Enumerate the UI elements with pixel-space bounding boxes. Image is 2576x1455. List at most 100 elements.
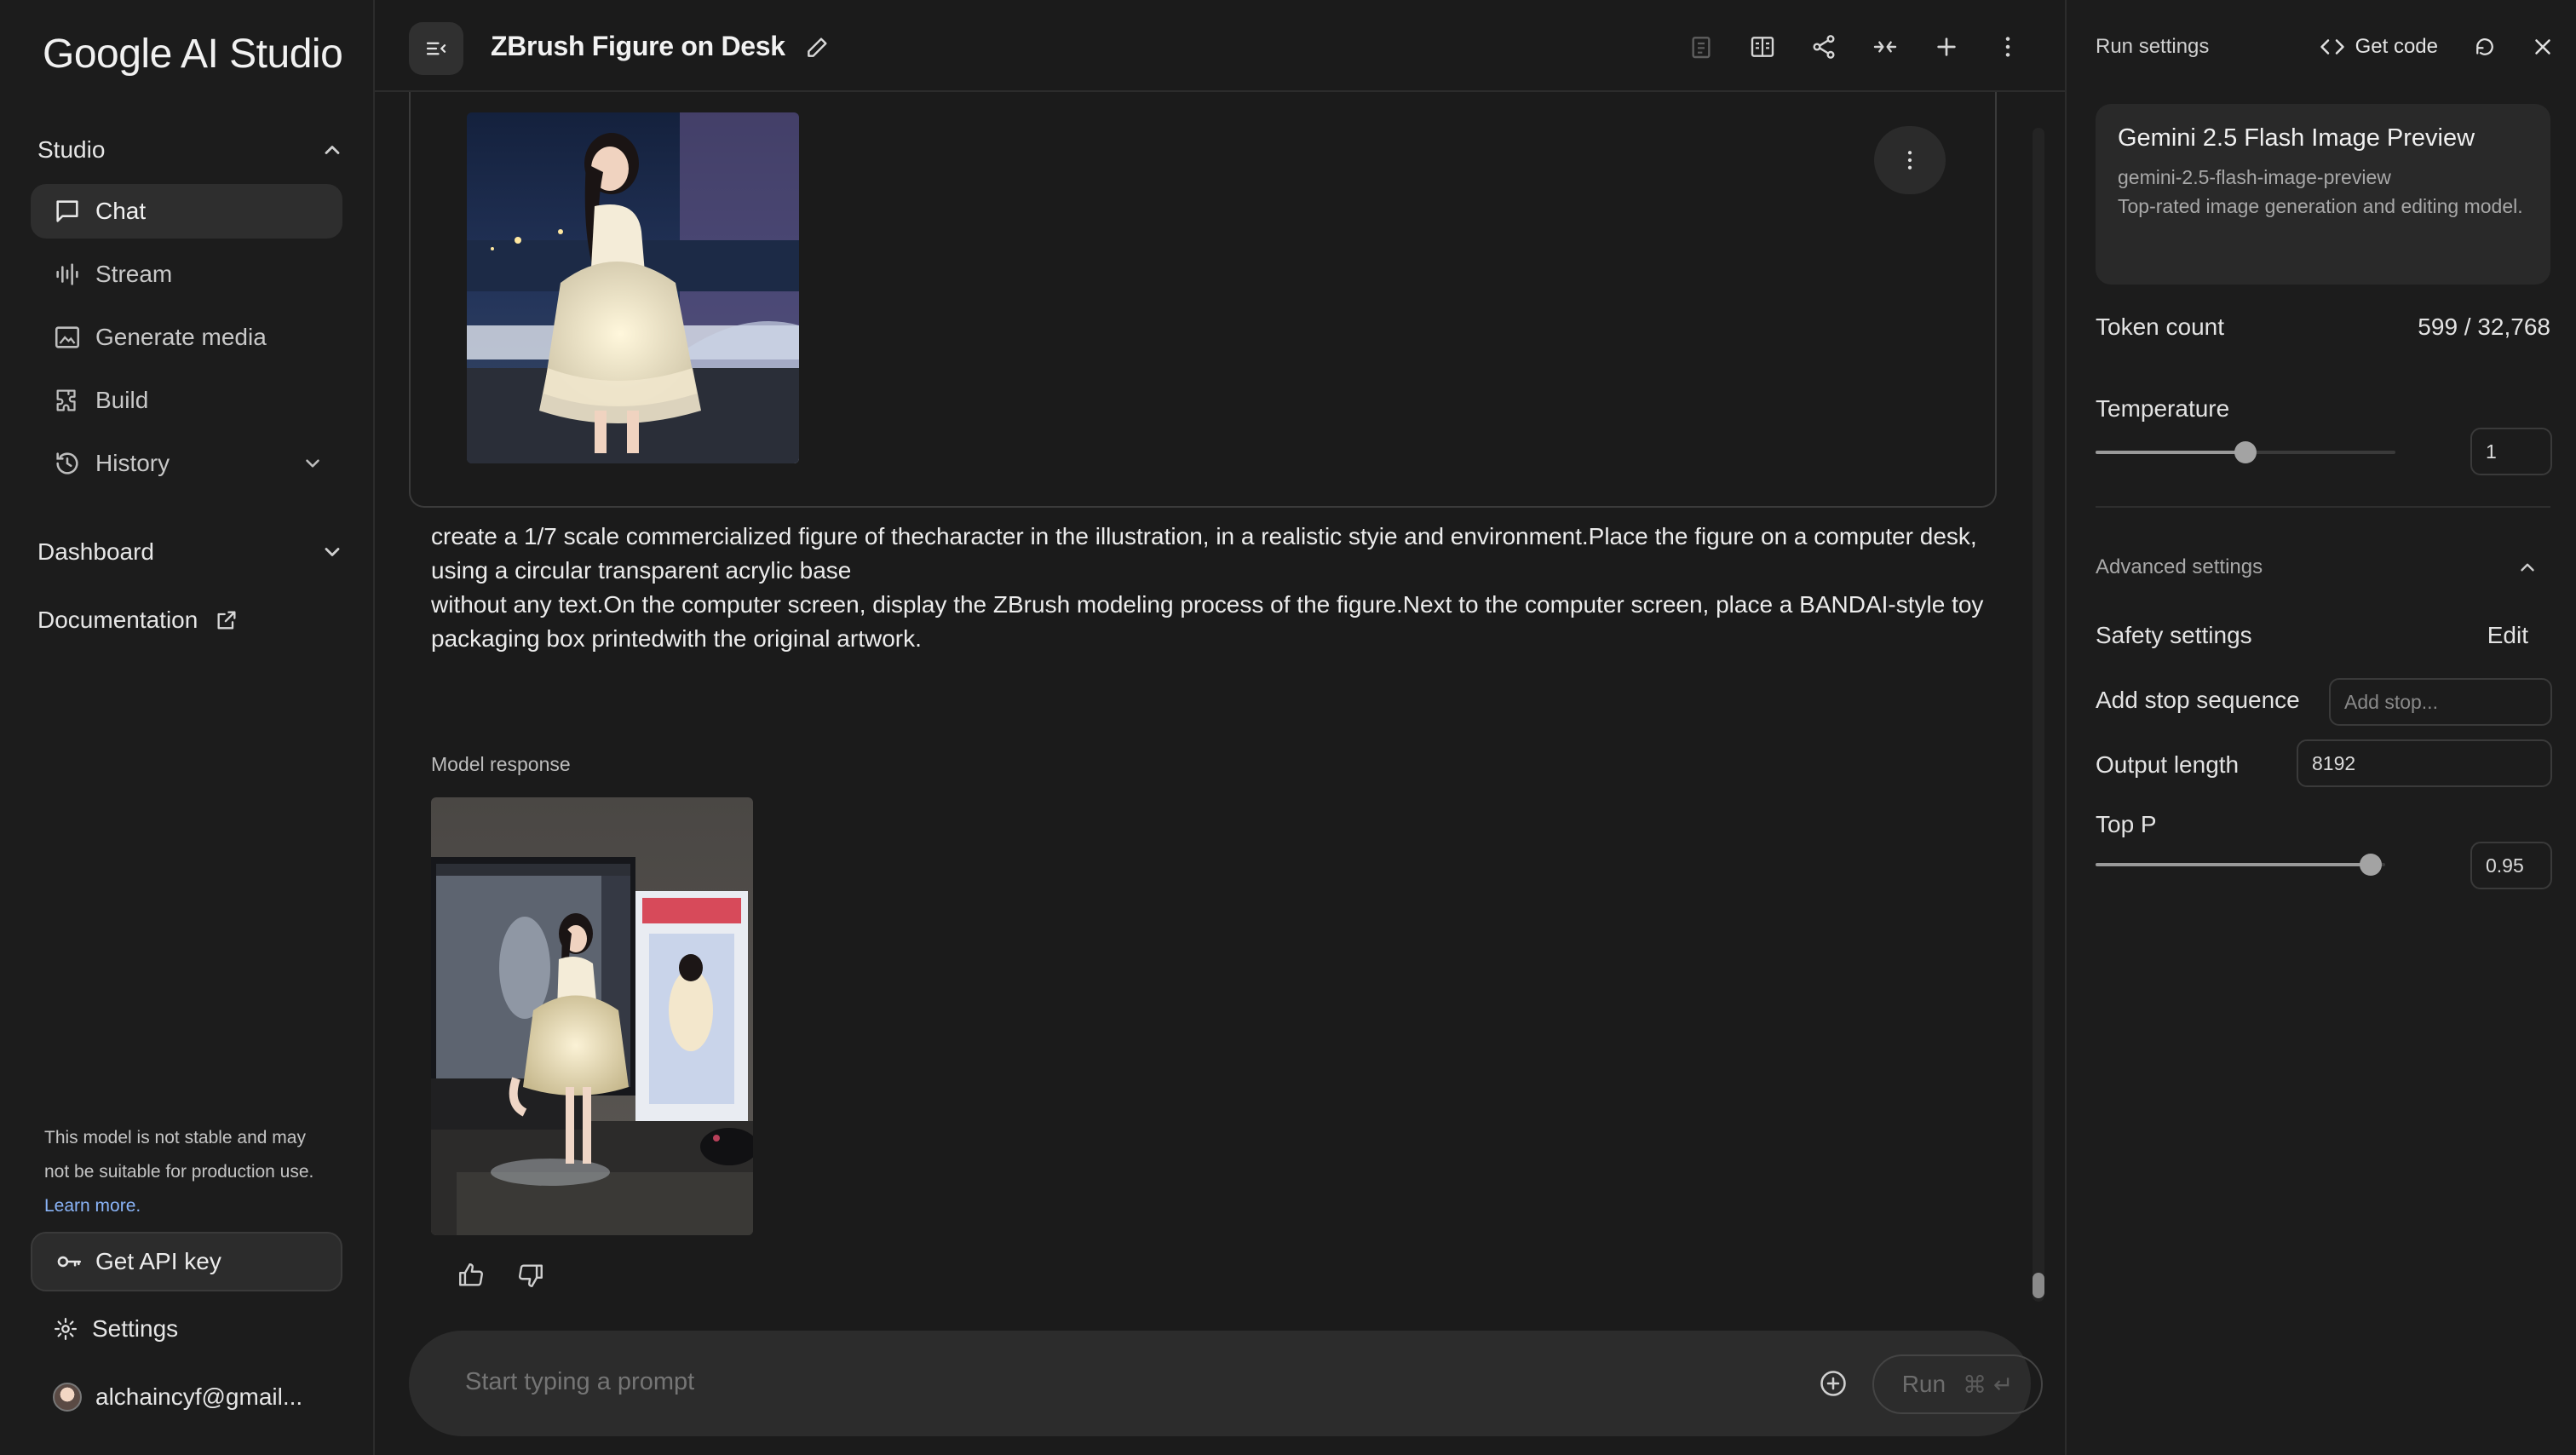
user-prompt-text: create a 1/7 scale commercialized figure… xyxy=(431,523,1984,652)
menu-collapse-icon xyxy=(423,36,449,61)
safety-edit-button[interactable]: Edit xyxy=(2487,622,2528,649)
chevron-down-icon xyxy=(320,540,344,564)
top-p-label: Top P xyxy=(2096,811,2157,837)
sidebar-item-label: Chat xyxy=(95,198,147,224)
temperature-slider[interactable] xyxy=(2096,440,2395,465)
run-settings-panel: Run settings Get code Gemini 2.5 Flash I… xyxy=(2065,0,2576,1455)
get-code-button[interactable]: Get code xyxy=(2320,34,2438,60)
top-p-input[interactable]: 0.95 xyxy=(2470,842,2552,889)
model-response-label: Model response xyxy=(431,753,571,775)
model-warning: This model is not stable and may not be … xyxy=(44,1121,325,1223)
share-icon[interactable] xyxy=(1809,32,1838,61)
sidebar-item-history[interactable]: History xyxy=(31,436,342,491)
header-actions xyxy=(1687,32,2022,61)
prompt-input-bar: Run ⌘ ↵ xyxy=(409,1331,2043,1436)
user-turn-card xyxy=(409,92,1997,508)
sidebar-item-chat[interactable]: Chat xyxy=(31,184,342,239)
slider-knob[interactable] xyxy=(2360,854,2382,876)
top-p-slider[interactable] xyxy=(2096,852,2385,877)
model-name: Gemini 2.5 Flash Image Preview xyxy=(2118,124,2475,152)
model-selector[interactable]: Gemini 2.5 Flash Image Preview gemini-2.… xyxy=(2096,104,2550,285)
studio-section-header[interactable]: Studio xyxy=(37,124,344,175)
more-vert-icon xyxy=(1897,147,1923,173)
run-settings-header-actions xyxy=(2472,34,2556,60)
run-settings-header: Run settings Get code xyxy=(2096,34,2556,60)
token-count-row: Token count 599 / 32,768 xyxy=(2096,313,2550,341)
account-label: alchaincyf@gmail... xyxy=(95,1383,303,1410)
chat-scrollbar-track[interactable] xyxy=(2033,128,2044,1302)
account-menu[interactable]: alchaincyf@gmail... xyxy=(53,1378,302,1416)
temperature-label: Temperature xyxy=(2096,395,2230,422)
output-length-label: Output length xyxy=(2096,751,2240,778)
new-chat-plus-icon[interactable] xyxy=(1932,32,1961,61)
feedback-buttons xyxy=(457,1261,545,1290)
add-content-icon[interactable] xyxy=(1818,1368,1849,1399)
documentation-label: Documentation xyxy=(37,607,198,633)
sidebar-item-label: Stream xyxy=(95,261,173,287)
get-api-key-button[interactable]: Get API key xyxy=(31,1232,342,1291)
run-button[interactable]: Run ⌘ ↵ xyxy=(1872,1354,2043,1414)
settings-label: Settings xyxy=(92,1315,179,1342)
puzzle-icon xyxy=(53,386,82,415)
documentation-link[interactable]: Documentation xyxy=(37,603,239,637)
advanced-settings-header[interactable]: Advanced settings xyxy=(2096,555,2550,579)
settings-divider xyxy=(2096,506,2550,508)
page-title: ZBrush Figure on Desk xyxy=(491,31,831,62)
key-icon xyxy=(55,1247,83,1276)
stop-sequence-input[interactable]: Add stop... xyxy=(2329,678,2552,726)
chat-scrollbar-thumb[interactable] xyxy=(2033,1273,2044,1298)
more-vert-icon[interactable] xyxy=(1993,32,2022,61)
safety-settings-row: Safety settings Edit xyxy=(2096,622,2550,649)
dashboard-section-label: Dashboard xyxy=(37,538,154,565)
gear-icon xyxy=(53,1316,78,1342)
app-logo[interactable]: Google AI Studio xyxy=(43,31,343,78)
chevron-up-icon xyxy=(2516,556,2539,578)
clipboard-icon[interactable] xyxy=(1687,32,1716,61)
slider-knob[interactable] xyxy=(2234,441,2257,463)
sidebar-item-label: Build xyxy=(95,387,149,413)
code-icon xyxy=(2320,34,2345,60)
dashboard-section-header[interactable]: Dashboard xyxy=(37,526,344,578)
chat-icon xyxy=(53,197,82,226)
token-count-value: 599 / 32,768 xyxy=(2418,313,2550,340)
sidebar-item-build[interactable]: Build xyxy=(31,373,342,428)
temperature-row: Temperature xyxy=(2096,395,2550,423)
sidebar-item-stream[interactable]: Stream xyxy=(31,247,342,302)
get-code-label: Get code xyxy=(2355,35,2438,58)
top-p-row: Top P xyxy=(2096,811,2550,838)
chevron-down-icon xyxy=(302,452,324,474)
app-root: Google AI Studio Studio Chat Stream Gene… xyxy=(0,0,2576,1455)
sidebar-item-generate-media[interactable]: Generate media xyxy=(31,310,342,365)
generated-figure-image[interactable] xyxy=(431,797,753,1235)
uploaded-illustration-image[interactable] xyxy=(467,112,799,463)
model-description: Top-rated image generation and editing m… xyxy=(2118,195,2523,217)
history-icon xyxy=(53,449,82,478)
left-sidebar: Google AI Studio Studio Chat Stream Gene… xyxy=(0,0,375,1455)
close-icon[interactable] xyxy=(2530,34,2556,60)
image-icon xyxy=(53,323,82,352)
page-title-text: ZBrush Figure on Desk xyxy=(491,31,785,61)
output-length-input[interactable]: 8192 xyxy=(2297,739,2552,787)
toggle-sidebar-button[interactable] xyxy=(409,22,463,75)
prompt-input[interactable] xyxy=(465,1368,1658,1396)
thumbs-down-icon[interactable] xyxy=(516,1261,545,1290)
settings-link[interactable]: Settings xyxy=(53,1310,178,1348)
external-link-icon xyxy=(215,608,239,632)
temperature-input[interactable]: 1 xyxy=(2470,428,2552,475)
reset-settings-icon[interactable] xyxy=(2472,34,2498,60)
thumbs-up-icon[interactable] xyxy=(457,1261,486,1290)
edit-pencil-icon[interactable] xyxy=(804,33,831,60)
compare-arrows-icon[interactable] xyxy=(1871,32,1900,61)
get-api-key-label: Get API key xyxy=(95,1248,221,1274)
learn-more-link[interactable]: Learn more. xyxy=(44,1196,141,1216)
top-header: ZBrush Figure on Desk xyxy=(375,0,2065,92)
run-label: Run xyxy=(1901,1371,1946,1397)
compare-icon[interactable] xyxy=(1748,32,1777,61)
safety-settings-label: Safety settings xyxy=(2096,622,2252,648)
advanced-settings-label: Advanced settings xyxy=(2096,555,2263,578)
slider-fill xyxy=(2096,863,2371,866)
run-settings-title: Run settings xyxy=(2096,35,2210,58)
slider-fill xyxy=(2096,451,2245,454)
chevron-up-icon xyxy=(320,138,344,162)
turn-options-button[interactable] xyxy=(1874,126,1946,194)
